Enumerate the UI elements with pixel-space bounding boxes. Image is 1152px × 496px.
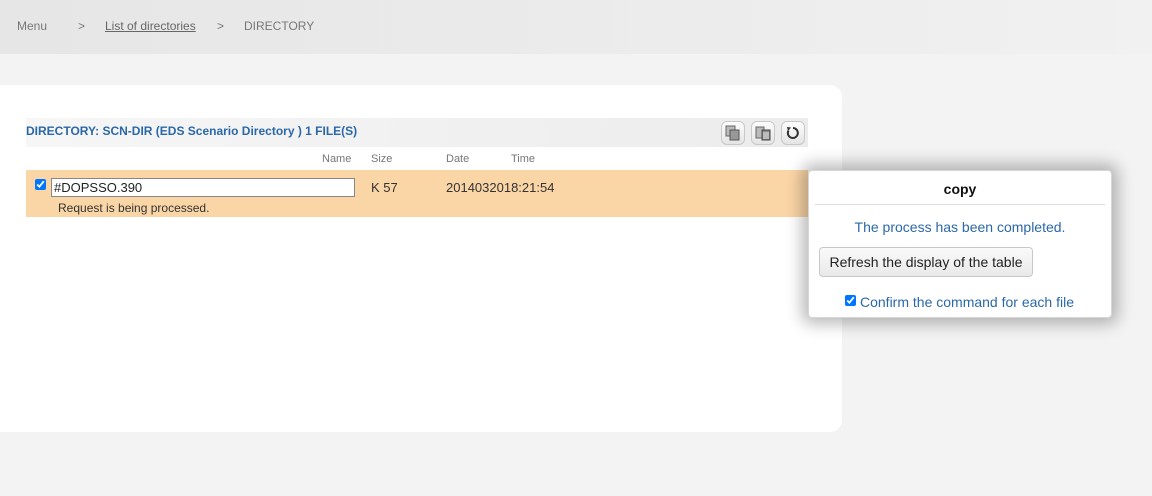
column-header-time[interactable]: Time (511, 153, 535, 165)
column-header-size[interactable]: Size (371, 153, 392, 165)
breadcrumb-separator: > (217, 19, 225, 33)
dialog-divider (815, 204, 1105, 205)
dialog-title: copy (943, 181, 977, 197)
directory-title: DIRECTORY: SCN-DIR (EDS Scenario Directo… (26, 124, 358, 138)
file-row-checkbox[interactable] (35, 179, 46, 190)
delete-icon (755, 126, 771, 141)
dialog-message: The process has been completed. (854, 219, 1066, 235)
refresh-table-button[interactable]: Refresh the display of the table (819, 247, 1033, 277)
file-row: K 57 2014032018:21:54 Request is being p… (26, 170, 808, 217)
confirm-label[interactable]: Confirm the command for each file (860, 294, 1074, 310)
file-row-status: Request is being processed. (58, 201, 210, 215)
breadcrumb-separator: > (78, 19, 86, 33)
top-bar: Menu > List of directories > DIRECTORY (0, 0, 1152, 54)
confirm-checkbox[interactable] (845, 295, 856, 306)
column-header-date[interactable]: Date (446, 153, 469, 165)
file-size: K 57 (371, 180, 398, 195)
copy-icon (725, 125, 740, 141)
file-datetime: 2014032018:21:54 (446, 180, 555, 195)
breadcrumb-menu[interactable]: Menu (17, 19, 47, 33)
copy-dialog: copy The process has been completed. Ref… (808, 170, 1112, 318)
column-header-name[interactable]: Name (322, 153, 351, 165)
copy-button[interactable] (721, 121, 745, 145)
file-name-field[interactable] (51, 178, 355, 197)
delete-button[interactable] (751, 121, 775, 145)
refresh-button[interactable] (781, 121, 805, 145)
directory-header: DIRECTORY: SCN-DIR (EDS Scenario Directo… (26, 118, 808, 147)
breadcrumb-current: DIRECTORY (244, 19, 315, 33)
refresh-icon (786, 127, 799, 139)
breadcrumb-list-of-directories[interactable]: List of directories (105, 19, 196, 33)
